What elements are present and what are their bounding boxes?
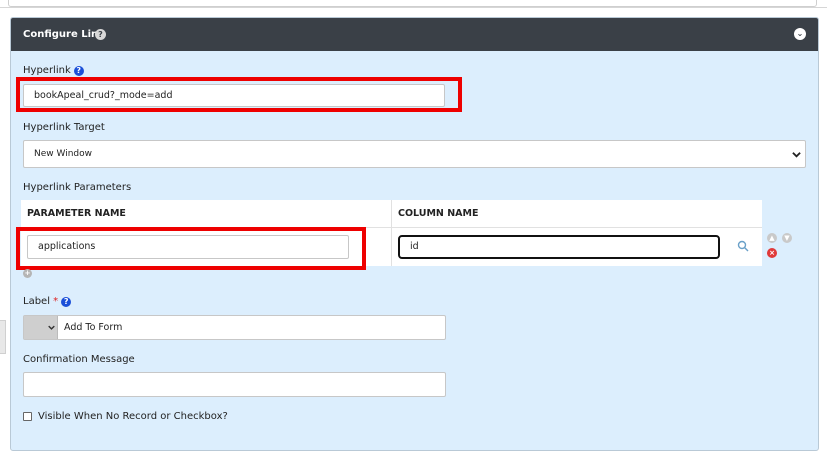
collapse-icon[interactable]: ⌄ [794, 28, 806, 40]
hyperlink-help-icon[interactable]: ? [73, 66, 84, 76]
move-down-icon[interactable]: ▼ [782, 233, 792, 243]
column-name-input[interactable]: id [398, 235, 720, 259]
parameters-table: PARAMETER NAME COLUMN NAME applications … [21, 200, 762, 266]
move-up-icon[interactable]: ▲ [767, 233, 777, 243]
label-value: Add To Form [64, 322, 123, 333]
panel-title: Configure Link [23, 29, 105, 40]
icon-picker-dropdown[interactable] [24, 316, 58, 339]
hyperlink-label-text: Hyperlink [23, 65, 71, 76]
column-name-value: id [410, 241, 419, 252]
resize-handle[interactable] [0, 320, 6, 354]
add-row-icon[interactable]: + [23, 269, 32, 278]
confirmation-message-label: Confirmation Message [23, 354, 135, 365]
label-input[interactable]: Add To Form [23, 315, 446, 340]
hyperlink-input[interactable]: bookApeal_crud?_mode=add [23, 84, 445, 107]
chevron-down-icon [792, 152, 801, 158]
search-icon[interactable] [737, 240, 749, 252]
parameter-name-value: applications [38, 241, 96, 252]
hyperlink-target-select[interactable]: New Window [23, 140, 806, 168]
hyperlink-label: Hyperlink? [23, 65, 84, 76]
label-help-icon[interactable]: ? [61, 297, 72, 307]
hyperlink-target-label: Hyperlink Target [23, 122, 105, 133]
previous-panel-edge [0, 0, 827, 8]
confirmation-message-input[interactable] [23, 372, 446, 397]
hyperlink-value: bookApeal_crud?_mode=add [34, 90, 173, 101]
required-marker: * [53, 296, 59, 307]
visible-checkbox[interactable] [23, 412, 32, 421]
parameter-name-input[interactable]: applications [27, 235, 349, 259]
label-field-label: Label *? [23, 296, 72, 307]
help-icon[interactable]: ? [95, 29, 106, 40]
column-divider [391, 200, 392, 266]
hyperlink-parameters-label: Hyperlink Parameters [23, 182, 132, 193]
remove-row-icon[interactable]: × [767, 248, 777, 258]
visible-checkbox-label[interactable]: Visible When No Record or Checkbox? [38, 411, 228, 422]
panel-header[interactable]: Configure Link ? ⌄ [11, 18, 818, 51]
chevron-down-icon [48, 325, 55, 330]
column-header-parameter-name: PARAMETER NAME [21, 200, 391, 228]
label-field-text: Label [23, 296, 50, 307]
hyperlink-target-value: New Window [34, 149, 92, 159]
column-header-column-name: COLUMN NAME [392, 200, 762, 228]
configure-link-panel: Configure Link ? ⌄ Hyperlink? bookApeal_… [10, 17, 819, 451]
